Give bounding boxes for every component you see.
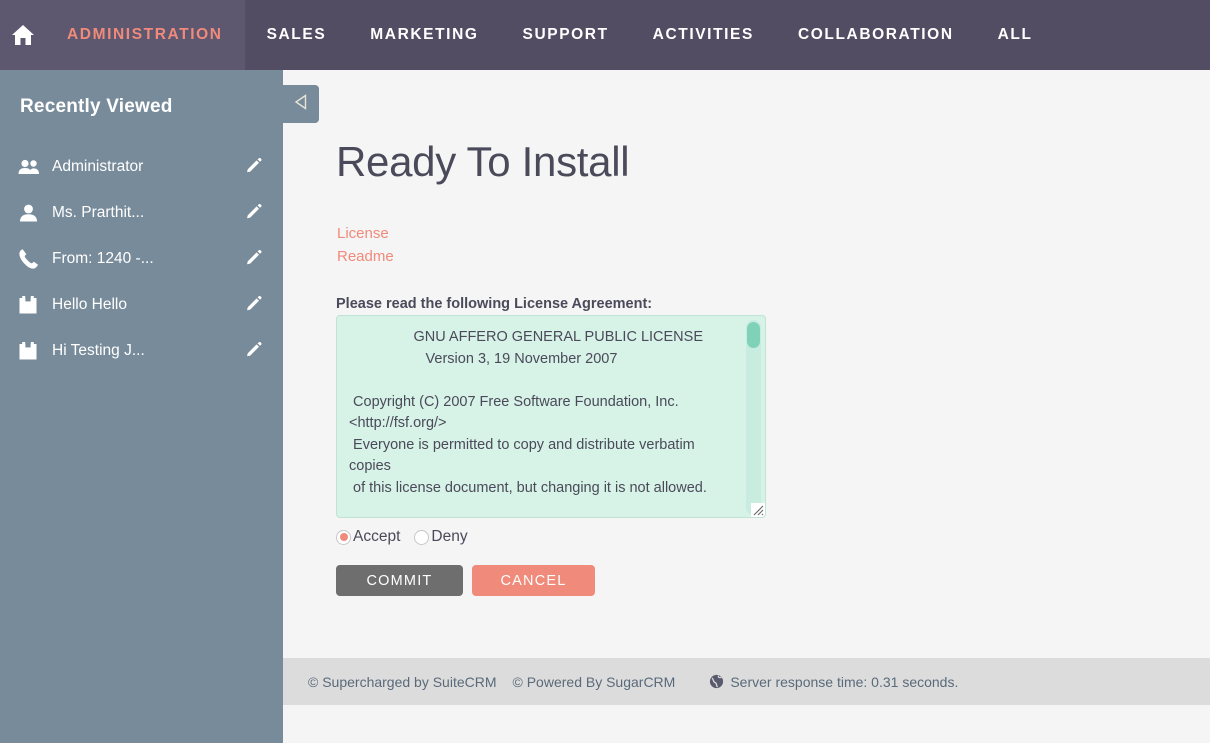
nav-item-label: ACTIVITIES	[653, 26, 754, 44]
license-scrollbar[interactable]	[746, 320, 761, 515]
recently-viewed-list: Administrator Ms. Prarthit...	[0, 144, 283, 374]
phone-icon	[18, 248, 48, 270]
footer-sugarcrm-credit: © Powered By SugarCRM	[513, 674, 676, 690]
sidebar-item-label: Hello Hello	[48, 296, 243, 314]
sidebar-item-administrator[interactable]: Administrator	[0, 144, 283, 190]
deny-radio-option[interactable]: Deny	[414, 528, 467, 546]
pencil-icon[interactable]	[243, 158, 265, 176]
sidebar-item-ms-prarthit[interactable]: Ms. Prarthit...	[0, 190, 283, 236]
globe-icon	[709, 674, 724, 689]
collapse-left-icon	[294, 94, 309, 115]
footer-spacer	[283, 705, 1210, 743]
sidebar-item-label: Ms. Prarthit...	[48, 204, 243, 222]
users-icon	[18, 159, 48, 175]
document-links: License Readme	[337, 222, 394, 268]
nav-item-administration[interactable]: ADMINISTRATION	[45, 0, 245, 70]
license-agreement-textarea[interactable]: GNU AFFERO GENERAL PUBLIC LICENSE Versio…	[336, 315, 766, 518]
home-button[interactable]	[0, 0, 45, 70]
textarea-resize-handle[interactable]	[751, 503, 765, 517]
nav-item-label: SALES	[267, 26, 327, 44]
footer-server-time: Server response time: 0.31 seconds.	[709, 674, 958, 690]
license-choice-group: Accept Deny	[336, 528, 482, 546]
footer-bar: © Supercharged by SuiteCRM © Powered By …	[283, 658, 1210, 705]
sidebar-title: Recently Viewed	[0, 70, 283, 118]
radio-button-deny[interactable]	[414, 530, 429, 545]
nav-item-label: ADMINISTRATION	[67, 26, 223, 44]
action-buttons: COMMIT CANCEL	[336, 565, 595, 596]
nav-item-activities[interactable]: ACTIVITIES	[631, 0, 776, 70]
accept-radio-option[interactable]: Accept	[336, 528, 400, 546]
top-navigation-bar: ADMINISTRATION SALES MARKETING SUPPORT A…	[0, 0, 1210, 70]
sidebar-item-label: From: 1240 -...	[48, 250, 243, 268]
nav-item-marketing[interactable]: MARKETING	[348, 0, 500, 70]
sidebar-item-hello-hello[interactable]: Hello Hello	[0, 282, 283, 328]
nav-item-label: ALL	[998, 26, 1033, 44]
server-time-text: Server response time: 0.31 seconds.	[730, 674, 958, 690]
pencil-icon[interactable]	[243, 204, 265, 222]
pencil-icon[interactable]	[243, 296, 265, 314]
deny-radio-label: Deny	[429, 528, 467, 546]
sidebar-item-label: Administrator	[48, 158, 243, 176]
sidebar-item-call-from-1240[interactable]: From: 1240 -...	[0, 236, 283, 282]
sidebar-collapse-button[interactable]	[283, 85, 319, 123]
calendar-icon	[18, 295, 48, 315]
calendar-icon	[18, 341, 48, 361]
pencil-icon[interactable]	[243, 250, 265, 268]
main-content: Ready To Install License Readme Please r…	[283, 70, 1210, 658]
sidebar-item-label: Hi Testing J...	[48, 342, 243, 360]
nav-item-all[interactable]: ALL	[976, 0, 1055, 70]
nav-item-label: SUPPORT	[523, 26, 609, 44]
sidebar-item-hi-testing-j[interactable]: Hi Testing J...	[0, 328, 283, 374]
nav-item-label: MARKETING	[370, 26, 478, 44]
footer-suitecrm-credit: © Supercharged by SuiteCRM	[308, 674, 497, 690]
page-title: Ready To Install	[336, 138, 629, 186]
license-agreement-text: GNU AFFERO GENERAL PUBLIC LICENSE Versio…	[337, 316, 739, 499]
license-link[interactable]: License	[337, 222, 394, 245]
nav-item-sales[interactable]: SALES	[245, 0, 349, 70]
nav-item-label: COLLABORATION	[798, 26, 954, 44]
sidebar: Recently Viewed Administrator	[0, 70, 283, 743]
license-agreement-label: Please read the following License Agreem…	[336, 296, 652, 312]
commit-button[interactable]: COMMIT	[336, 565, 463, 596]
license-scrollbar-thumb[interactable]	[747, 322, 760, 348]
home-icon	[11, 24, 35, 46]
nav-item-collaboration[interactable]: COLLABORATION	[776, 0, 976, 70]
accept-radio-label: Accept	[351, 528, 400, 546]
cancel-button[interactable]: CANCEL	[472, 565, 595, 596]
readme-link[interactable]: Readme	[337, 245, 394, 268]
pencil-icon[interactable]	[243, 342, 265, 360]
nav-item-support[interactable]: SUPPORT	[501, 0, 631, 70]
user-icon	[18, 204, 48, 222]
radio-button-accept[interactable]	[336, 530, 351, 545]
